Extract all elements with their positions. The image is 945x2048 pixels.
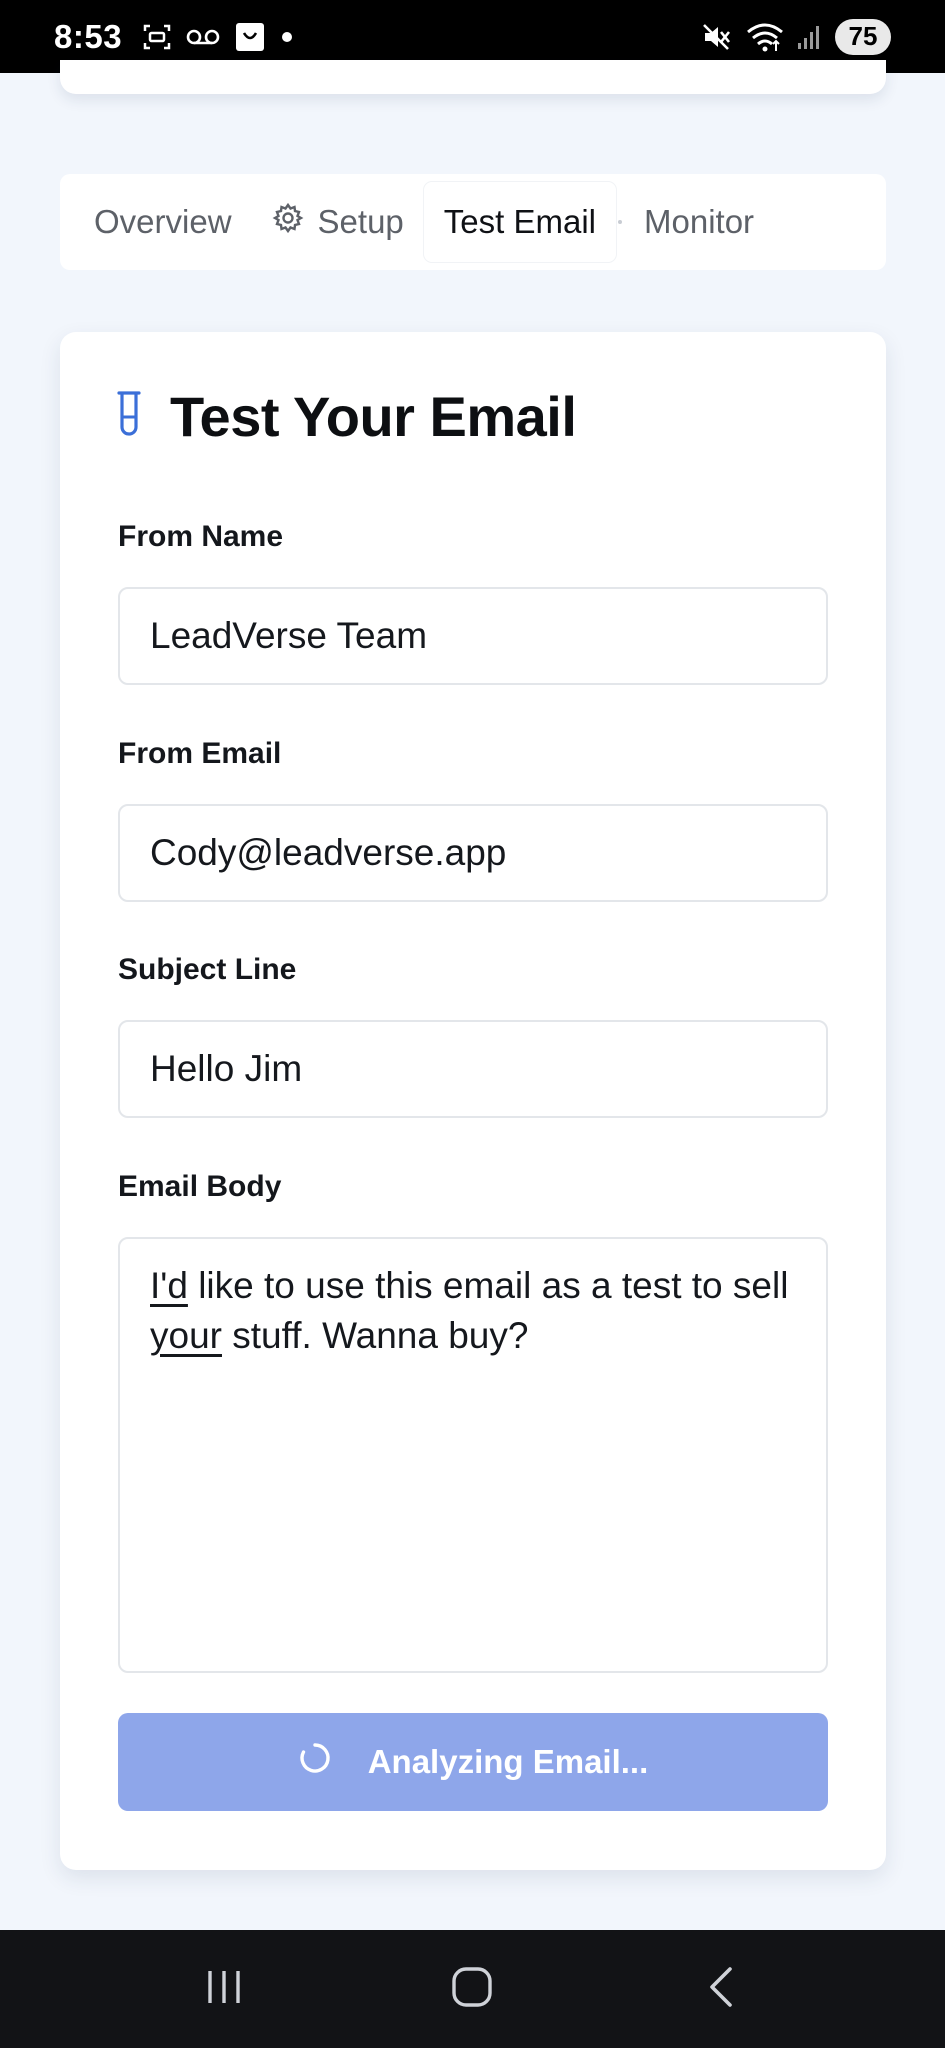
email-body-textarea[interactable]: I'd like to use this email as a test to … [118, 1237, 828, 1673]
subject-line-value: Hello Jim [150, 1048, 303, 1089]
shopping-bag-icon [234, 21, 266, 53]
tab-monitor[interactable]: Monitor [624, 182, 774, 262]
from-email-value: Cody@leadverse.app [150, 832, 507, 873]
analyze-email-button[interactable]: Analyzing Email... [118, 1713, 828, 1811]
tab-test-email[interactable]: Test Email [423, 182, 616, 262]
tab-overview[interactable]: Overview [74, 182, 252, 262]
previous-card-edge [60, 60, 886, 94]
card-title: Test Your Email [170, 385, 577, 448]
tab-overview-label: Overview [94, 203, 232, 240]
analyze-email-label: Analyzing Email... [367, 1743, 649, 1780]
back-button[interactable] [661, 1949, 781, 2029]
from-name-value: LeadVerse Team [150, 615, 428, 656]
tab-separator-dot [618, 220, 622, 224]
subject-line-input[interactable]: Hello Jim [118, 1020, 828, 1118]
subject-line-label: Subject Line [118, 953, 297, 986]
mute-icon [701, 22, 733, 52]
email-body-text: I'd like to use this email as a test to … [150, 1261, 796, 1361]
home-icon [451, 1966, 493, 2013]
status-left: 8:53 [54, 18, 294, 56]
email-body-segment: like to use this email as a test to sell [187, 1265, 789, 1306]
spellcheck-word: I'd [150, 1265, 188, 1306]
wifi-icon [745, 21, 785, 53]
tab-setup-label: Setup [317, 203, 404, 240]
back-icon [706, 1965, 736, 2014]
recent-apps-button[interactable] [164, 1949, 284, 2029]
home-button[interactable] [412, 1949, 532, 2029]
voicemail-icon [186, 27, 220, 47]
tab-test-email-label: Test Email [443, 203, 596, 240]
test-tube-icon [116, 389, 142, 444]
screenshot-icon [142, 22, 172, 52]
status-time: 8:53 [54, 17, 123, 55]
battery-level: 75 [835, 18, 891, 55]
email-body-segment: stuff. Wanna buy? [221, 1315, 529, 1356]
notification-dot-icon [280, 30, 294, 44]
from-name-input[interactable]: LeadVerse Team [118, 587, 828, 685]
recent-apps-icon [204, 1967, 244, 2012]
tab-bar: Overview Setup Test Email Monitor [60, 174, 886, 270]
spellcheck-word: your [150, 1315, 222, 1356]
signal-icon [797, 23, 823, 51]
email-body-label: Email Body [118, 1170, 282, 1203]
status-right: 75 [701, 18, 891, 55]
tab-monitor-label: Monitor [644, 203, 755, 240]
gear-icon [272, 202, 304, 242]
from-name-label: From Name [118, 520, 284, 553]
test-email-card: Test Your Email From Name LeadVerse Team… [60, 332, 886, 1870]
spinner-icon [298, 1741, 332, 1783]
tab-setup[interactable]: Setup [252, 182, 424, 262]
from-email-label: From Email [118, 737, 282, 770]
system-nav-bar [0, 1930, 945, 2048]
from-email-input[interactable]: Cody@leadverse.app [118, 804, 828, 902]
card-header: Test Your Email [116, 384, 577, 449]
